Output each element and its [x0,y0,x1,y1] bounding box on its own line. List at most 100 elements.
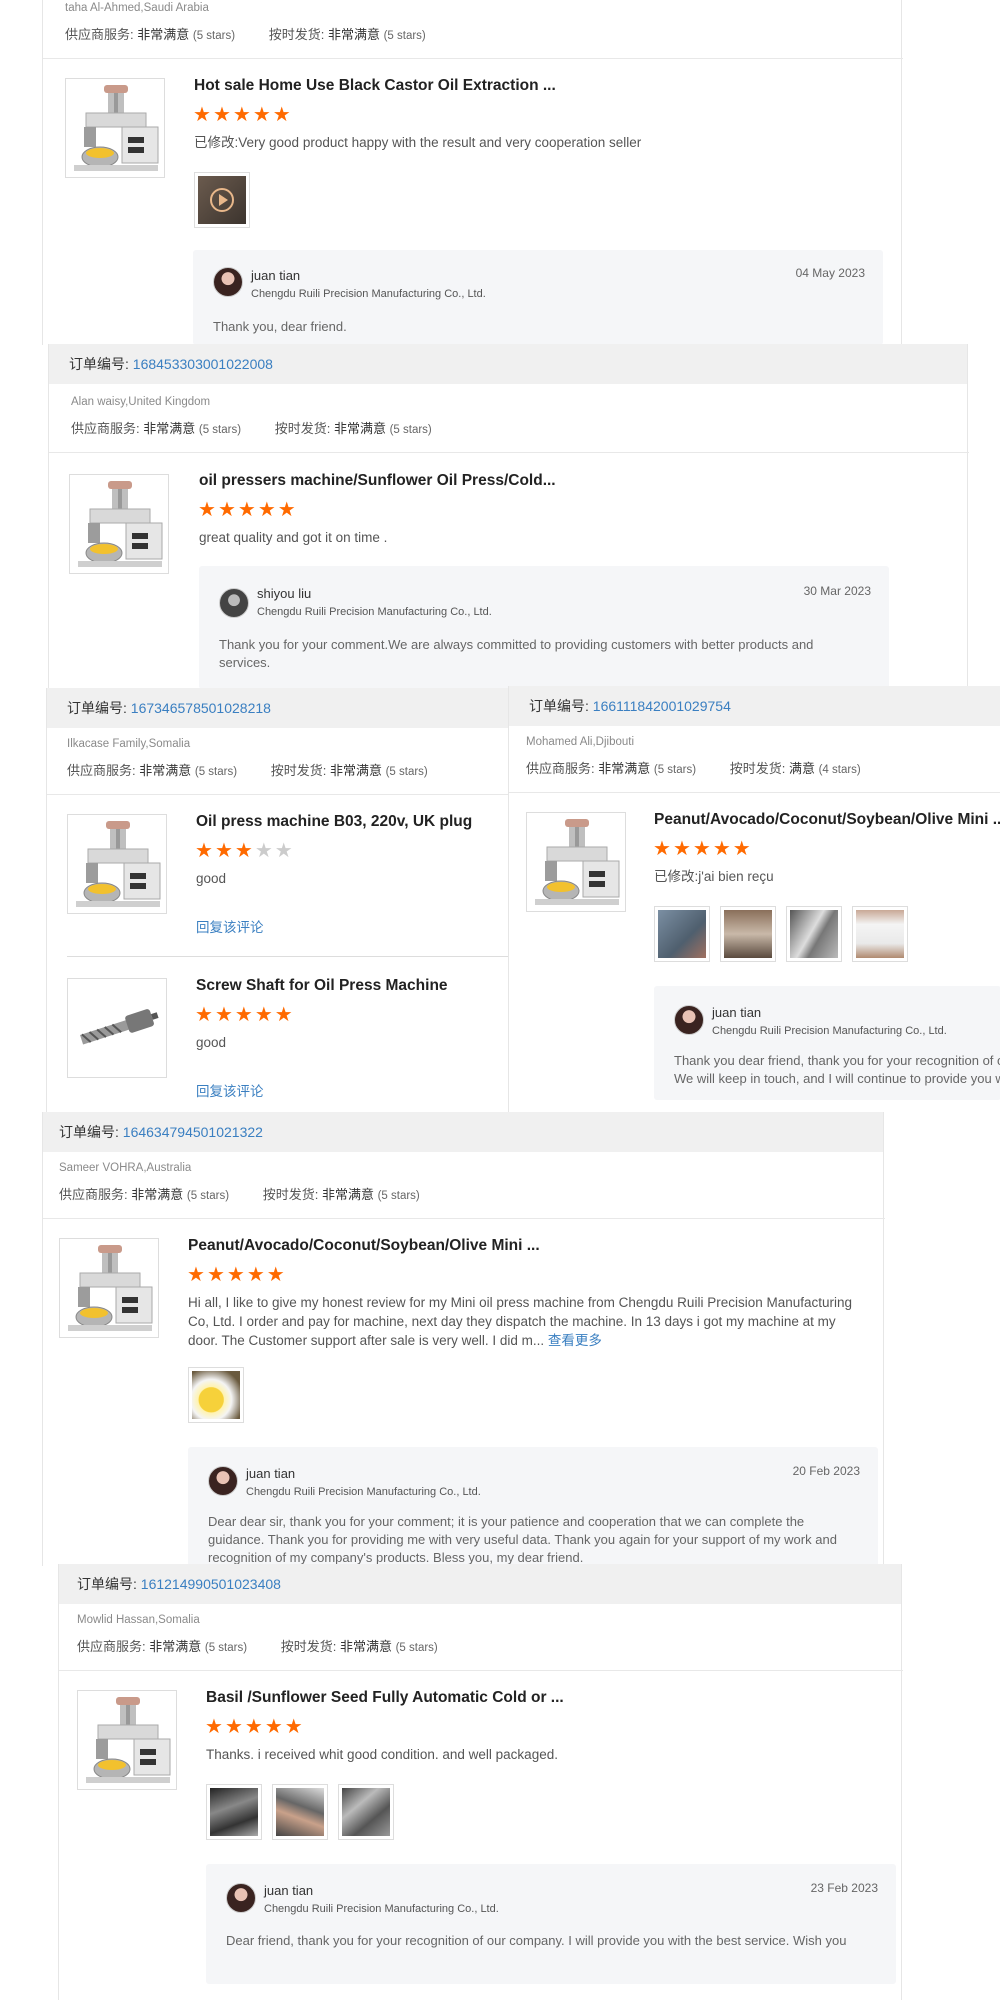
order-no-label: 订单编号: [59,1124,119,1140]
supplier-rating: 非常满意 [143,421,196,436]
shipping-label: 按时发货: [280,1639,337,1654]
product-title[interactable]: Peanut/Avocado/Coconut/Soybean/Olive Min… [188,1237,608,1255]
order-number[interactable]: 168453303001022008 [133,356,273,372]
supplier-rating: 非常满意 [598,761,651,776]
buyer-name: Alan waisy,United Kingdom [71,396,211,408]
shipping-rating: 非常满意 [333,421,386,436]
review-block-5: 订单编号: 164634794501021322 Sameer VOHRA,Au… [42,1112,885,1566]
star-icon: ★ [254,1004,273,1026]
avatar [226,1883,256,1913]
star-icon: ★ [692,838,711,860]
order-header: 订单编号: 168453303001022008 [49,344,967,384]
buyer-name: Mowlid Hassan,Somalia [77,1614,200,1626]
rating-summary: 供应商服务: 非常满意 (5 stars) 按时发货: 非常满意 (5 star… [67,760,458,779]
star-icon: ★ [254,840,273,862]
modified-label: 已修改: [654,869,699,884]
shipping-label: 按时发货: [270,763,327,778]
order-no-label: 订单编号: [529,698,589,714]
product-title[interactable]: Oil press machine B03, 220v, UK plug [196,813,506,831]
star-icon: ★ [237,499,256,521]
divider [49,452,969,453]
supplier-service-label: 供应商服务: [67,763,136,778]
product-image[interactable] [526,812,626,912]
order-number[interactable]: 164634794501021322 [123,1124,263,1140]
reply-link[interactable]: 回复该评论 [196,916,264,936]
avatar [674,1005,704,1035]
order-number[interactable]: 166111842001029754 [593,698,731,714]
order-header: 订单编号: 161214990501023408 [59,1564,901,1604]
divider [59,1670,903,1671]
review-photo[interactable] [786,906,842,962]
buyer-name: taha Al-Ahmed,Saudi Arabia [65,2,209,14]
product-title[interactable]: oil pressers machine/Sunflower Oil Press… [199,472,619,490]
star-rating: ★ ★ ★ ★ ★ [187,1265,287,1285]
order-number[interactable]: 167346578501028218 [131,700,271,716]
order-number[interactable]: 161214990501023408 [141,1576,281,1592]
review-photo[interactable] [654,906,710,962]
product-image[interactable] [77,1690,177,1790]
replier-company: Chengdu Ruili Precision Manufacturing Co… [264,1903,499,1915]
order-no-label: 订单编号: [69,356,129,372]
star-icon: ★ [672,838,691,860]
order-header: 订单编号: 164634794501021322 [43,1112,883,1152]
product-image[interactable] [67,978,167,1078]
product-title[interactable]: Peanut/Avocado/Coconut/Soybean/Olive Min… [654,811,1000,829]
shipping-label: 按时发货: [262,1187,319,1202]
supplier-service-label: 供应商服务: [71,421,140,436]
product-title[interactable]: Screw Shaft for Oil Press Machine [196,977,506,995]
star-icon: ★ [252,104,271,126]
replier-company: Chengdu Ruili Precision Manufacturing Co… [246,1486,481,1498]
review-block-3: 订单编号: 167346578501028218 Ilkacase Family… [46,688,513,1112]
star-icon: ★ [187,1264,205,1286]
seller-reply: shiyou liu Chengdu Ruili Precision Manuf… [199,566,889,689]
review-photo[interactable] [188,1367,244,1423]
review-photo[interactable] [206,1784,262,1840]
star-icon: ★ [226,1264,245,1286]
replier-name: juan tian [246,1466,296,1481]
review-photo[interactable] [272,1784,328,1840]
shipping-rating: 非常满意 [329,763,382,778]
seller-reply: juan tian Chengdu Ruili Precision Manufa… [193,250,883,345]
star-rating: ★ ★ ★ ★ ★ [205,1717,305,1737]
star-icon: ★ [217,499,236,521]
shipping-stars: (5 stars) [389,424,432,436]
star-rating: ★ ★ ★ ★ ★ [653,839,753,859]
shipping-rating: 非常满意 [321,1187,374,1202]
supplier-stars: (5 stars) [204,1642,248,1654]
seller-reply: juan tian Chengdu Ruili Precision Manufa… [206,1864,896,1984]
product-title[interactable]: Hot sale Home Use Black Castor Oil Extra… [194,77,614,95]
star-icon: ★ [234,1004,253,1026]
star-icon: ★ [193,104,211,126]
review-body: Hi all, I like to give my honest review … [188,1295,853,1348]
replier-company: Chengdu Ruili Precision Manufacturing Co… [251,288,486,300]
shipping-rating: 满意 [788,761,815,776]
review-video-thumb[interactable] [194,172,250,228]
avatar [219,588,249,618]
star-icon: ★ [206,1264,225,1286]
star-rating: ★ ★ ★ ★ ★ [198,500,298,520]
star-icon: ★ [195,840,213,862]
product-image[interactable] [69,474,169,574]
product-title[interactable]: Basil /Sunflower Seed Fully Automatic Co… [206,1689,626,1707]
avatar [213,267,243,297]
see-more-link[interactable]: 查看更多 [548,1333,602,1348]
star-icon: ★ [232,104,251,126]
star-icon: ★ [284,1716,303,1738]
star-icon: ★ [732,838,751,860]
star-icon: ★ [224,1716,243,1738]
shipping-stars: (5 stars) [395,1642,438,1654]
reply-date: 04 May 2023 [795,266,865,280]
product-image[interactable] [59,1238,159,1338]
review-photo[interactable] [852,906,908,962]
product-image[interactable] [65,78,165,178]
supplier-stars: (5 stars) [186,1190,230,1202]
shipping-label: 按时发货: [268,27,325,42]
product-image[interactable] [67,814,167,914]
review-photo[interactable] [720,906,776,962]
replier-name: juan tian [264,1883,314,1898]
star-icon: ★ [274,840,293,862]
review-photo[interactable] [338,1784,394,1840]
divider [67,956,511,957]
reply-link[interactable]: 回复该评论 [196,1080,264,1100]
buyer-name: Mohamed Ali,Djibouti [526,736,635,748]
